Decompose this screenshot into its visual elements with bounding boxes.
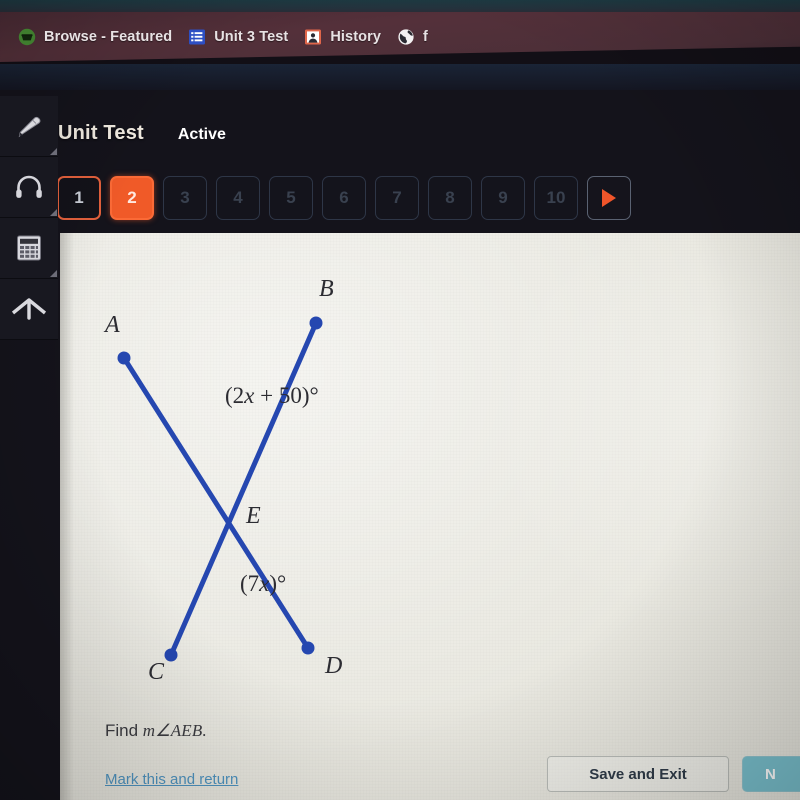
question-prompt: Find m∠AEB. xyxy=(105,721,207,741)
page-title: Unit Test xyxy=(58,122,144,144)
question-prompt-prefix: Find xyxy=(105,721,143,740)
portrait-icon xyxy=(304,28,322,46)
tool-scroll-top[interactable] xyxy=(0,279,58,340)
globe-icon xyxy=(397,28,415,46)
calculator-icon xyxy=(12,231,46,265)
bookmarks-bar: Browse - Featured Unit 3 Test History f xyxy=(0,12,800,68)
list-icon xyxy=(188,28,206,46)
point-dot-D xyxy=(301,641,315,655)
basket-icon xyxy=(18,28,36,46)
pager-item-7[interactable]: 7 xyxy=(375,176,419,220)
point-label-D: D xyxy=(324,653,342,679)
up-arrow-icon xyxy=(9,292,49,326)
bookmark-browse-featured[interactable]: Browse - Featured xyxy=(12,26,182,48)
save-and-exit-button[interactable]: Save and Exit xyxy=(547,756,729,792)
tool-highlighter[interactable] xyxy=(0,96,58,157)
angle-label-0: (2x + 50)° xyxy=(225,383,319,408)
next-button[interactable]: N xyxy=(742,756,800,792)
pager-item-10[interactable]: 10 xyxy=(534,176,578,220)
pencil-icon xyxy=(12,109,46,143)
tool-audio[interactable] xyxy=(0,157,58,218)
question-sheet: A B C D E (2x + 50)° (7x)° Find m∠AEB. Mark th… xyxy=(60,233,800,800)
pager-item-1[interactable]: 1 xyxy=(57,176,101,220)
headphones-icon xyxy=(12,170,46,204)
pager-item-3[interactable]: 3 xyxy=(163,176,207,220)
pager-item-9[interactable]: 9 xyxy=(481,176,525,220)
point-dot-B xyxy=(309,316,323,330)
angle-label-1: (7x)° xyxy=(240,571,286,596)
bookmarks-list: Browse - Featured Unit 3 Test History f xyxy=(12,26,438,48)
point-label-B: B xyxy=(319,276,334,302)
point-dot-A xyxy=(117,351,131,365)
bookmark-label: History xyxy=(330,29,382,45)
screenshot-root: Browse - Featured Unit 3 Test History f … xyxy=(0,0,800,800)
point-label-C: C xyxy=(148,659,165,685)
play-triangle-icon xyxy=(602,189,616,207)
pager-item-4[interactable]: 4 xyxy=(216,176,260,220)
pager-item-6[interactable]: 6 xyxy=(322,176,366,220)
pager-item-5[interactable]: 5 xyxy=(269,176,313,220)
bookmark-history[interactable]: History xyxy=(298,26,391,48)
status-badge: Active xyxy=(177,126,226,143)
pager-next-button[interactable] xyxy=(587,176,631,220)
bookmark-f[interactable]: f xyxy=(391,26,438,48)
tool-calculator[interactable] xyxy=(0,218,58,279)
point-label-A: A xyxy=(103,312,120,338)
segment-CB xyxy=(168,320,319,658)
bookmark-label: Browse - Featured xyxy=(44,29,173,45)
pager-item-8[interactable]: 8 xyxy=(428,176,472,220)
bookmark-label: Unit 3 Test xyxy=(214,29,289,45)
question-pager: 1 2 3 4 5 6 7 8 9 10 xyxy=(57,176,631,220)
bookmark-unit-3-test[interactable]: Unit 3 Test xyxy=(182,26,298,48)
pager-item-2[interactable]: 2 xyxy=(110,176,154,220)
test-header: Unit Test Active xyxy=(58,122,226,145)
geometry-figure: A B C D E (2x + 50)° (7x)° xyxy=(103,276,342,685)
mark-this-and-return-link[interactable]: Mark this and return xyxy=(105,771,238,788)
bookmark-label: f xyxy=(423,29,428,45)
point-dot-C xyxy=(164,648,178,662)
tool-rail xyxy=(0,96,58,340)
point-label-E: E xyxy=(245,503,261,529)
question-prompt-math: m∠AEB. xyxy=(142,721,207,740)
